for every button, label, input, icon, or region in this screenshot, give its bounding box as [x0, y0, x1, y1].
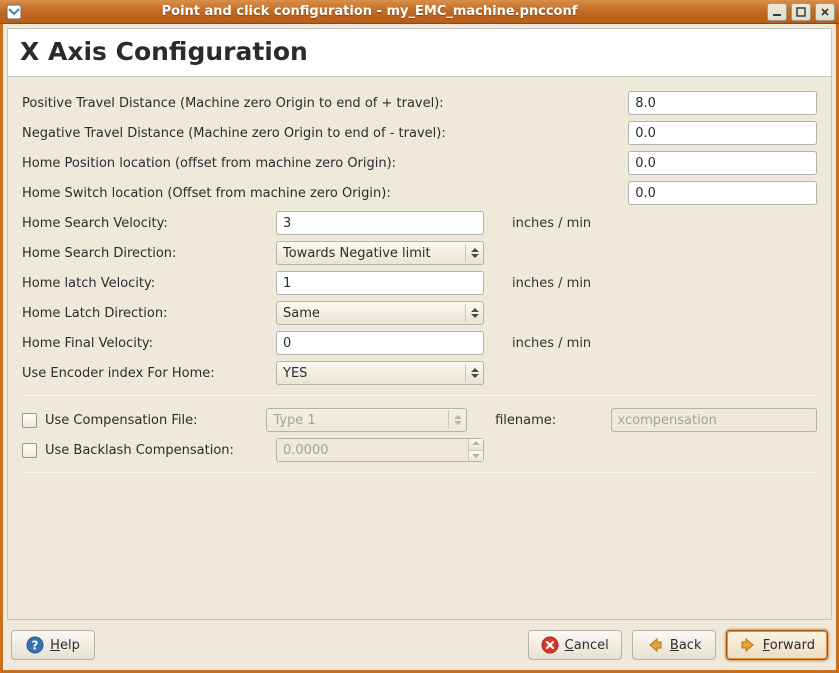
titlebar: Point and click configuration - my_EMC_m… — [0, 0, 839, 24]
backlash-spinner — [276, 438, 484, 462]
neg-travel-input[interactable] — [628, 121, 817, 145]
page-header: X Axis Configuration — [7, 28, 832, 76]
home-latch-dir-value: Same — [283, 306, 320, 321]
divider — [22, 395, 817, 396]
cancel-button[interactable]: Cancel — [528, 630, 622, 660]
unit-label: inches / min — [512, 336, 591, 351]
unit-label: inches / min — [512, 216, 591, 231]
help-button[interactable]: ? Help — [11, 630, 95, 660]
home-switch-input[interactable] — [628, 181, 817, 205]
divider — [22, 472, 817, 473]
home-search-vel-input[interactable] — [276, 211, 484, 235]
home-search-dir-label: Home Search Direction: — [22, 246, 276, 261]
home-latch-dir-label: Home Latch Direction: — [22, 306, 276, 321]
window-title: Point and click configuration - my_EMC_m… — [0, 4, 767, 19]
home-pos-label: Home Position location (offset from mach… — [22, 156, 628, 171]
home-latch-vel-input[interactable] — [276, 271, 484, 295]
home-search-dir-select[interactable]: Towards Negative limit — [276, 241, 484, 265]
minimize-button[interactable] — [767, 3, 787, 21]
comp-type-value: Type 1 — [273, 413, 315, 428]
content-panel: Positive Travel Distance (Machine zero O… — [7, 76, 832, 620]
home-latch-dir-select[interactable]: Same — [276, 301, 484, 325]
svg-text:?: ? — [32, 639, 39, 653]
use-encoder-value: YES — [283, 366, 307, 381]
home-final-vel-input[interactable] — [276, 331, 484, 355]
pos-travel-input[interactable] — [628, 91, 817, 115]
pos-travel-label: Positive Travel Distance (Machine zero O… — [22, 96, 628, 111]
back-button[interactable]: Back — [632, 630, 716, 660]
home-pos-input[interactable] — [628, 151, 817, 175]
footer: ? Help Cancel Back — [3, 620, 836, 670]
filename-input — [611, 408, 817, 432]
updown-icon — [448, 411, 462, 429]
home-final-vel-label: Home Final Velocity: — [22, 336, 276, 351]
page-title: X Axis Configuration — [20, 37, 819, 66]
spin-down-icon — [469, 450, 483, 462]
forward-button[interactable]: Forward — [726, 630, 828, 660]
use-encoder-select[interactable]: YES — [276, 361, 484, 385]
home-search-dir-value: Towards Negative limit — [283, 246, 431, 261]
spin-up-icon — [469, 439, 483, 450]
cancel-icon — [541, 636, 559, 654]
use-backlash-checkbox[interactable] — [22, 443, 37, 458]
help-label-rest: elp — [60, 638, 80, 653]
updown-icon — [465, 244, 479, 262]
back-arrow-icon — [646, 636, 664, 654]
use-encoder-label: Use Encoder index For Home: — [22, 366, 276, 381]
home-search-vel-label: Home Search Velocity: — [22, 216, 276, 231]
unit-label: inches / min — [512, 276, 591, 291]
neg-travel-label: Negative Travel Distance (Machine zero O… — [22, 126, 628, 141]
home-latch-vel-label: Home latch Velocity: — [22, 276, 276, 291]
close-button[interactable] — [815, 3, 835, 21]
comp-type-select: Type 1 — [266, 408, 467, 432]
forward-arrow-icon — [739, 636, 757, 654]
updown-icon — [465, 304, 479, 322]
filename-label: filename: — [495, 413, 610, 428]
help-icon: ? — [26, 636, 44, 654]
use-backlash-label: Use Backlash Compensation: — [45, 443, 234, 458]
updown-icon — [465, 364, 479, 382]
use-comp-file-label: Use Compensation File: — [45, 413, 198, 428]
home-switch-label: Home Switch location (Offset from machin… — [22, 186, 628, 201]
window-body: X Axis Configuration Positive Travel Dis… — [0, 24, 839, 673]
use-comp-file-checkbox[interactable] — [22, 413, 37, 428]
backlash-value — [277, 441, 468, 460]
maximize-button[interactable] — [791, 3, 811, 21]
